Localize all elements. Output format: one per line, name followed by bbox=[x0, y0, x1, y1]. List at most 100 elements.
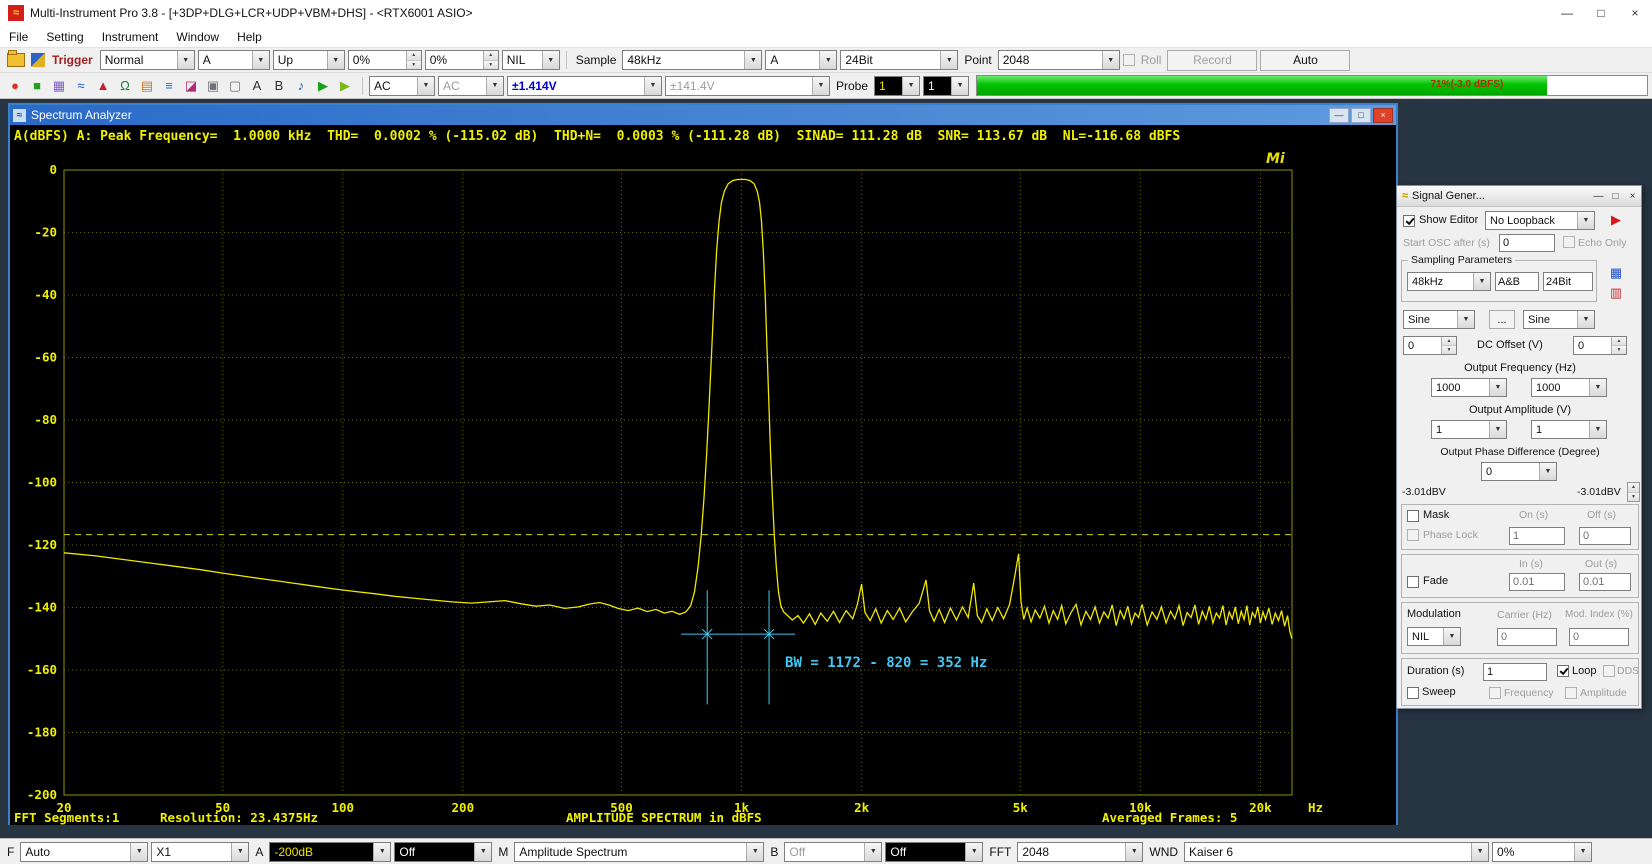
maximize-icon[interactable]: □ bbox=[1607, 187, 1624, 205]
dropdown-arrow-icon[interactable] bbox=[1589, 421, 1606, 438]
speaker-icon[interactable]: ♪ bbox=[290, 75, 312, 96]
fade-checkbox[interactable] bbox=[1407, 576, 1419, 588]
menu-item-file[interactable]: File bbox=[0, 30, 37, 44]
coupling-b-select[interactable]: AC bbox=[438, 76, 504, 96]
a-range-select[interactable]: -200dB bbox=[269, 842, 391, 862]
dropdown-arrow-icon[interactable] bbox=[231, 843, 248, 861]
mask-checkbox[interactable] bbox=[1407, 510, 1419, 522]
modulation-type-select[interactable]: NIL bbox=[1407, 627, 1461, 646]
mask-off-field[interactable]: 0 bbox=[1579, 527, 1631, 545]
printer-icon[interactable]: ▣ bbox=[202, 75, 224, 96]
dropdown-arrow-icon[interactable] bbox=[744, 51, 761, 69]
menu-item-window[interactable]: Window bbox=[167, 30, 228, 44]
amplitude-a-field[interactable]: 1 bbox=[1431, 420, 1507, 439]
trigger-mode-select[interactable]: Normal bbox=[100, 50, 195, 70]
record-button[interactable]: Record bbox=[1167, 50, 1257, 71]
close-icon[interactable]: × bbox=[1624, 187, 1641, 205]
dropdown-arrow-icon[interactable] bbox=[130, 843, 147, 861]
dropdown-arrow-icon[interactable] bbox=[1457, 311, 1474, 328]
phase-lock-checkbox[interactable] bbox=[1407, 529, 1419, 541]
spin-down-icon[interactable] bbox=[1442, 346, 1456, 354]
mod-index-field[interactable]: 0 bbox=[1569, 628, 1629, 646]
run-icon[interactable]: ▶ bbox=[334, 75, 356, 96]
sweep-amplitude-checkbox[interactable] bbox=[1565, 687, 1577, 699]
oscilloscope-icon[interactable]: ≈ bbox=[70, 75, 92, 96]
close-icon[interactable]: × bbox=[1618, 0, 1652, 26]
a-mode-select[interactable]: Off bbox=[394, 842, 492, 862]
sample-rate-select[interactable]: 48kHz bbox=[622, 50, 762, 70]
dropdown-arrow-icon[interactable] bbox=[1473, 273, 1490, 290]
amplitude-b-field[interactable]: 1 bbox=[1531, 420, 1607, 439]
spin-up-icon[interactable] bbox=[1442, 337, 1456, 346]
waveform-a-select[interactable]: Sine bbox=[1403, 310, 1475, 329]
dropdown-arrow-icon[interactable] bbox=[1577, 311, 1594, 328]
minimize-icon[interactable]: — bbox=[1329, 108, 1349, 123]
auto-button[interactable]: Auto bbox=[1260, 50, 1350, 71]
carrier-field[interactable]: 0 bbox=[1497, 628, 1557, 646]
trigger-edge-select[interactable]: Up bbox=[273, 50, 345, 70]
dropdown-arrow-icon[interactable] bbox=[1539, 463, 1556, 480]
spin-down-icon[interactable] bbox=[1628, 493, 1639, 502]
waveform-b-select[interactable]: Sine bbox=[1523, 310, 1595, 329]
dropdown-arrow-icon[interactable] bbox=[1443, 628, 1460, 645]
spectrum-window-titlebar[interactable]: ≈ Spectrum Analyzer — □ × bbox=[10, 105, 1396, 125]
roll-checkbox[interactable] bbox=[1123, 54, 1135, 66]
spin-down-icon[interactable] bbox=[1612, 346, 1626, 354]
minimize-icon[interactable]: — bbox=[1550, 0, 1584, 26]
zoom-select[interactable]: X1 bbox=[151, 842, 249, 862]
overlap-select[interactable]: 0% bbox=[1492, 842, 1592, 862]
frequency-b-field[interactable]: 1000 bbox=[1531, 378, 1607, 397]
dropdown-arrow-icon[interactable] bbox=[1589, 379, 1606, 396]
start-osc-field[interactable]: 0 bbox=[1499, 234, 1555, 252]
trigger-delay-stepper[interactable]: 0% bbox=[425, 50, 499, 70]
restore-icon[interactable]: □ bbox=[1351, 108, 1371, 123]
loopback-select[interactable]: No Loopback bbox=[1485, 211, 1595, 230]
dropdown-arrow-icon[interactable] bbox=[1574, 843, 1591, 861]
dropdown-arrow-icon[interactable] bbox=[746, 843, 763, 861]
dc-offset-b-stepper[interactable]: 0 bbox=[1573, 336, 1627, 355]
data-logger-icon[interactable]: ≡ bbox=[158, 75, 180, 96]
gen-channels-select[interactable]: A&B bbox=[1495, 272, 1539, 291]
dds-checkbox[interactable] bbox=[1603, 665, 1615, 677]
dropdown-arrow-icon[interactable] bbox=[252, 51, 269, 69]
points-select[interactable]: 2048 bbox=[998, 50, 1120, 70]
dropdown-arrow-icon[interactable] bbox=[819, 51, 836, 69]
dropdown-arrow-icon[interactable] bbox=[474, 843, 491, 861]
b-range-select[interactable]: Off bbox=[784, 842, 882, 862]
dropdown-arrow-icon[interactable] bbox=[486, 77, 503, 95]
phase-difference-select[interactable]: 0 bbox=[1481, 462, 1557, 481]
signal-generator-titlebar[interactable]: ≈ Signal Gener... — □ × bbox=[1397, 186, 1641, 207]
dropdown-arrow-icon[interactable] bbox=[1489, 379, 1506, 396]
menu-item-setting[interactable]: Setting bbox=[37, 30, 92, 44]
fade-out-field[interactable]: 0.01 bbox=[1579, 573, 1631, 591]
sample-channel-select[interactable]: A bbox=[765, 50, 837, 70]
loop-checkbox[interactable] bbox=[1557, 665, 1569, 677]
frequency-axis-select[interactable]: Auto bbox=[20, 842, 148, 862]
spin-up-icon[interactable] bbox=[484, 51, 498, 61]
dropdown-arrow-icon[interactable] bbox=[177, 51, 194, 69]
show-editor-checkbox[interactable] bbox=[1403, 215, 1415, 227]
spectrum-analyzer-icon[interactable]: ▲ bbox=[92, 75, 114, 96]
start-output-button[interactable]: ▶ bbox=[1611, 212, 1621, 228]
duration-field[interactable]: 1 bbox=[1483, 663, 1547, 681]
save-icon[interactable]: ▦ bbox=[1605, 262, 1627, 283]
multimeter-icon[interactable]: Ω bbox=[114, 75, 136, 96]
gen-rate-select[interactable]: 48kHz bbox=[1407, 272, 1491, 291]
fade-in-field[interactable]: 0.01 bbox=[1509, 573, 1565, 591]
level-stepper[interactable] bbox=[1627, 482, 1640, 502]
fft-size-select[interactable]: 2048 bbox=[1017, 842, 1143, 862]
spin-down-icon[interactable] bbox=[407, 61, 421, 70]
dropdown-arrow-icon[interactable] bbox=[965, 843, 982, 861]
label-b-icon[interactable]: B bbox=[268, 75, 290, 96]
trigger-level-stepper[interactable]: 0% bbox=[348, 50, 422, 70]
display-mode-select[interactable]: Amplitude Spectrum bbox=[514, 842, 764, 862]
window-function-select[interactable]: Kaiser 6 bbox=[1184, 842, 1489, 862]
dropdown-arrow-icon[interactable] bbox=[940, 51, 957, 69]
copy-icon[interactable]: ▢ bbox=[224, 75, 246, 96]
dropdown-arrow-icon[interactable] bbox=[1471, 843, 1488, 861]
range-a-select[interactable]: ±1.414V bbox=[507, 76, 662, 96]
dropdown-arrow-icon[interactable] bbox=[1489, 421, 1506, 438]
dropdown-arrow-icon[interactable] bbox=[951, 77, 968, 95]
dropdown-arrow-icon[interactable] bbox=[542, 51, 559, 69]
menu-item-help[interactable]: Help bbox=[228, 30, 271, 44]
